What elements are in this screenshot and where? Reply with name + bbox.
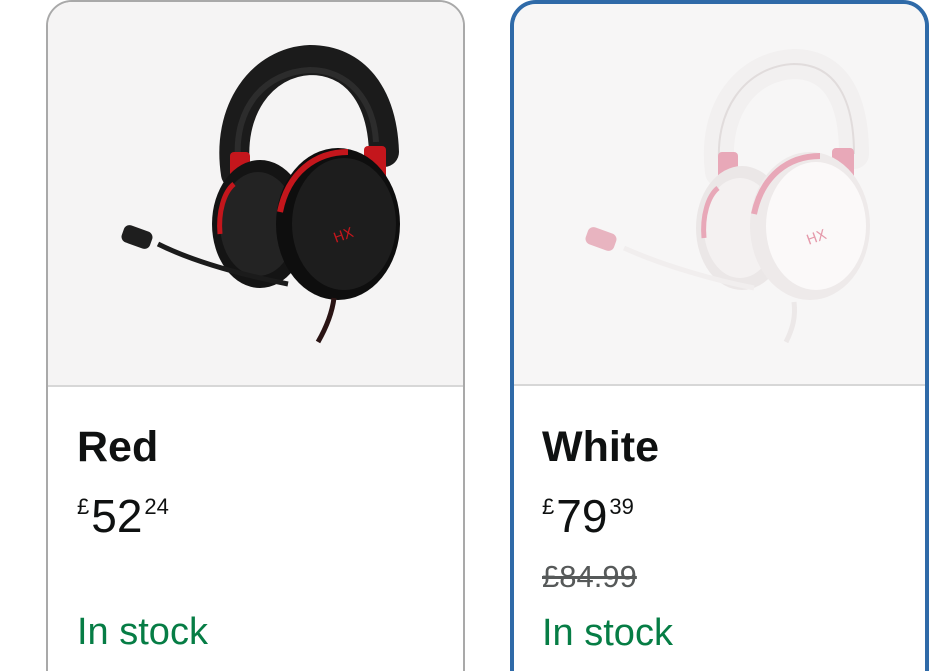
variant-card-white[interactable]: HX White £7939 £84.99 In stock <box>510 0 929 671</box>
price-fraction: 24 <box>144 494 169 519</box>
variant-color-name: White <box>542 423 660 471</box>
colour-variant-selector: HX Red £5224 In stock HX White £7939 £84… <box>0 0 930 671</box>
price-currency-symbol: £ <box>77 494 90 519</box>
price-currency-symbol: £ <box>542 494 555 519</box>
price-whole: 79 <box>556 490 608 542</box>
stock-status: In stock <box>77 611 208 653</box>
variant-card-red[interactable]: HX Red £5224 In stock <box>46 0 465 671</box>
white-headset-image: HX <box>585 48 870 344</box>
variant-color-name: Red <box>77 423 159 471</box>
price-whole: 52 <box>91 490 143 542</box>
price-fraction: 39 <box>609 494 634 519</box>
red-headset-image: HX <box>121 44 400 344</box>
stock-status: In stock <box>542 612 673 654</box>
product-image-area: HX <box>48 2 463 385</box>
list-price-strikethrough: £84.99 <box>542 559 637 594</box>
product-image-area: HX <box>514 4 925 385</box>
card-divider <box>514 384 925 386</box>
variant-price: £5224 <box>77 493 169 539</box>
variant-price: £7939 <box>542 493 634 539</box>
card-divider <box>48 385 463 387</box>
